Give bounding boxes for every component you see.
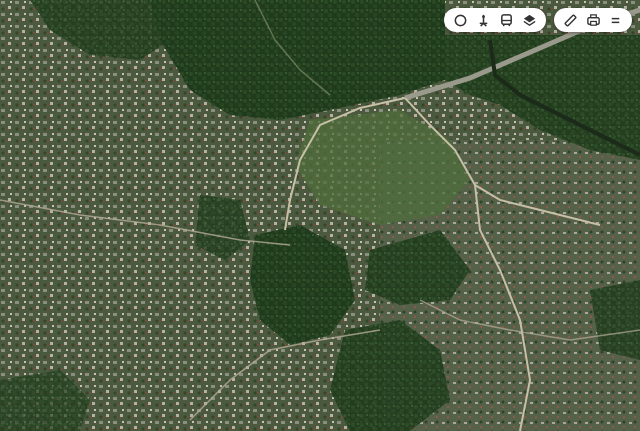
transit-icon [479,14,488,27]
menu-icon [611,17,620,23]
layers-button[interactable] [518,10,541,30]
ruler-icon [564,14,577,26]
traffic-icon [454,14,467,26]
map-layers-toolbar [444,8,546,32]
traffic-button[interactable] [449,10,472,30]
bus-button[interactable] [495,10,518,30]
ruler-button[interactable] [559,10,582,30]
print-icon [586,13,600,26]
print-button[interactable] [582,10,605,30]
layers-icon [523,14,536,26]
bus-icon [501,13,512,26]
transit-button[interactable] [472,10,495,30]
menu-button[interactable] [604,10,627,30]
satellite-map[interactable] [0,0,640,431]
map-tools-toolbar [554,8,632,32]
